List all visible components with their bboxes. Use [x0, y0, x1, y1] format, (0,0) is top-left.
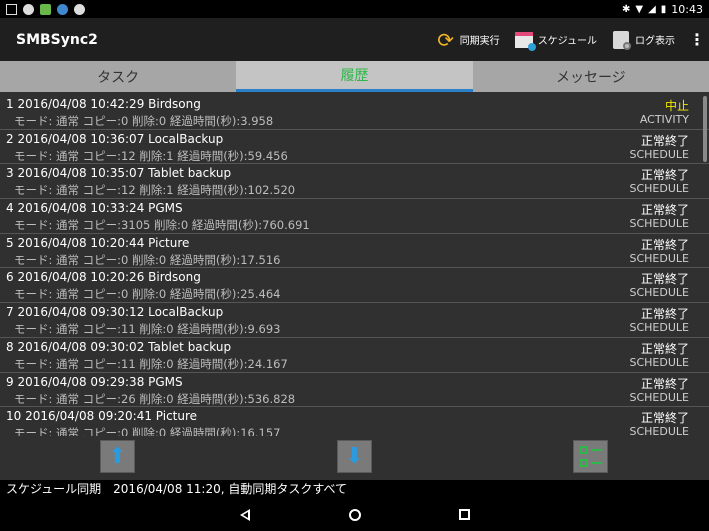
- schedule-icon: [514, 30, 536, 51]
- history-title: 2 2016/04/08 10:36:07 LocalBackup: [6, 131, 224, 146]
- history-trigger: SCHEDULE: [629, 147, 690, 161]
- app-icon: [74, 3, 85, 15]
- history-title: 1 2016/04/08 10:42:29 Birdsong: [6, 97, 201, 111]
- log-label: ログ表示: [635, 36, 675, 47]
- history-status: 正常終了: [640, 341, 689, 356]
- history-detail: モード: 通常 コピー:0 削除:0 経過時間(秒):3.958: [14, 114, 274, 128]
- history-trigger: SCHEDULE: [629, 217, 690, 231]
- history-status: 正常終了: [640, 376, 689, 391]
- history-trigger: SCHEDULE: [629, 251, 690, 265]
- system-icons: ✱ ▼ ◢ ▮ 10:43: [622, 3, 709, 16]
- sync-button[interactable]: ⟳ 同期実行: [436, 27, 500, 52]
- history-title: 6 2016/04/08 10:20:26 Birdsong: [6, 270, 201, 285]
- history-detail: モード: 通常 コピー:11 削除:0 経過時間(秒):24.167: [14, 356, 288, 371]
- history-detail: モード: 通常 コピー:3105 削除:0 経過時間(秒):760.691: [14, 218, 310, 233]
- status-bar: ✱ ▼ ◢ ▮ 10:43: [0, 0, 709, 18]
- schedule-button[interactable]: スケジュール: [514, 30, 597, 51]
- history-row[interactable]: 6 2016/04/08 10:20:26 Birdsong モード: 通常 コピ…: [0, 268, 709, 304]
- history-row[interactable]: 7 2016/04/08 09:30:12 LocalBackup モード: 通常…: [0, 303, 709, 338]
- back-button[interactable]: [190, 508, 300, 521]
- screenshot-icon: [6, 3, 17, 15]
- history-detail: モード: 通常 コピー:12 削除:1 経過時間(秒):59.456: [14, 148, 288, 163]
- history-detail: モード: 通常 コピー:12 削除:1 経過時間(秒):102.520: [14, 183, 296, 198]
- log-icon: [611, 30, 631, 50]
- history-title: 9 2016/04/08 09:29:38 PGMS: [6, 374, 183, 389]
- history-trigger: SCHEDULE: [629, 425, 690, 436]
- history-title: 10 2016/04/08 09:20:41 Picture: [6, 409, 198, 424]
- history-title: 4 2016/04/08 10:33:24 PGMS: [6, 201, 183, 216]
- history-list[interactable]: 1 2016/04/08 10:42:29 Birdsong モード: 通常 コピ…: [0, 95, 709, 436]
- history-detail: モード: 通常 コピー:0 削除:0 経過時間(秒):25.464: [14, 287, 281, 302]
- home-icon: [348, 508, 361, 521]
- history-trigger: SCHEDULE: [629, 286, 690, 300]
- wifi-icon: ▼: [635, 3, 644, 15]
- select-all-button[interactable]: [573, 440, 608, 473]
- history-trigger: SCHEDULE: [629, 321, 690, 335]
- bluetooth-icon: ✱: [621, 3, 631, 15]
- history-status: 正常終了: [640, 203, 689, 218]
- history-status: 正常終了: [640, 168, 689, 183]
- settings-icon: [23, 3, 34, 15]
- recents-button[interactable]: [410, 509, 520, 520]
- sync-icon: ⟳: [437, 27, 455, 52]
- history-title: 5 2016/04/08 10:20:44 Picture: [6, 235, 190, 250]
- history-trigger: ACTIVITY: [639, 113, 689, 126]
- select-all-icon: [579, 445, 602, 468]
- history-detail: モード: 通常 コピー:0 削除:0 経過時間(秒):16.157: [14, 426, 281, 436]
- clock: 10:43: [671, 2, 703, 16]
- bottom-button-bar: ⬆ ⬇: [0, 436, 709, 480]
- arrow-up-icon: ⬆: [108, 443, 127, 469]
- history-status: 正常終了: [640, 237, 689, 252]
- schedule-info: スケジュール同期 2016/04/08 11:20, 自動同期タスクすべて: [0, 480, 709, 498]
- scrollbar[interactable]: [703, 96, 707, 162]
- overflow-menu-icon[interactable]: ⋮: [689, 30, 705, 49]
- log-button[interactable]: ログ表示: [611, 30, 675, 50]
- history-row[interactable]: 8 2016/04/08 09:30:02 Tablet backup モード: …: [0, 338, 709, 373]
- schedule-label: スケジュール: [537, 36, 597, 47]
- tab-bar: タスク 履歴 メッセージ: [0, 61, 709, 92]
- app-title: SMBSync2: [16, 31, 98, 48]
- history-detail: モード: 通常 コピー:26 削除:0 経過時間(秒):536.828: [14, 391, 296, 406]
- tab-messages[interactable]: メッセージ: [472, 61, 709, 92]
- history-title: 3 2016/04/08 10:35:07 Tablet backup: [6, 166, 232, 181]
- history-trigger: SCHEDULE: [629, 182, 690, 196]
- history-trigger: SCHEDULE: [629, 355, 690, 369]
- history-row[interactable]: 9 2016/04/08 09:29:38 PGMS モード: 通常 コピー:26…: [0, 373, 709, 408]
- sync-label: 同期実行: [459, 36, 500, 47]
- tab-history[interactable]: 履歴: [236, 61, 473, 92]
- history-status: 正常終了: [640, 307, 689, 322]
- tab-tasks[interactable]: タスク: [0, 61, 237, 92]
- battery-icon: ▮: [660, 3, 667, 15]
- recents-icon: [459, 509, 470, 520]
- history-title: 7 2016/04/08 09:30:12 LocalBackup: [6, 305, 224, 320]
- android-icon: [40, 3, 51, 15]
- history-detail: モード: 通常 コピー:0 削除:0 経過時間(秒):17.516: [14, 252, 281, 267]
- history-row[interactable]: 1 2016/04/08 10:42:29 Birdsong モード: 通常 コピ…: [0, 95, 709, 130]
- scroll-bottom-button[interactable]: ⬇: [337, 440, 372, 473]
- back-icon: [239, 508, 250, 521]
- scroll-top-button[interactable]: ⬆: [100, 440, 135, 473]
- history-status: 正常終了: [640, 272, 689, 287]
- history-row[interactable]: 2 2016/04/08 10:36:07 LocalBackup モード: 通常…: [0, 130, 709, 165]
- navigation-bar: [0, 498, 709, 531]
- notification-icons: [0, 3, 85, 15]
- history-title: 8 2016/04/08 09:30:02 Tablet backup: [6, 339, 232, 354]
- history-row[interactable]: 3 2016/04/08 10:35:07 Tablet backup モード: …: [0, 164, 709, 200]
- history-row[interactable]: 5 2016/04/08 10:20:44 Picture モード: 通常 コピー…: [0, 234, 709, 269]
- home-button[interactable]: [300, 508, 410, 521]
- history-status: 正常終了: [640, 411, 689, 426]
- history-row[interactable]: 10 2016/04/08 09:20:41 Picture モード: 通常 コピ…: [0, 407, 709, 436]
- history-status: 中止: [664, 99, 689, 113]
- signal-icon: ◢: [648, 3, 656, 15]
- gallery-icon: [57, 3, 68, 15]
- history-trigger: SCHEDULE: [629, 390, 690, 404]
- history-detail: モード: 通常 コピー:11 削除:0 経過時間(秒):9.693: [14, 322, 281, 337]
- history-status: 正常終了: [640, 133, 689, 148]
- app-bar: SMBSync2 ⟳ 同期実行 スケジュール ログ表示 ⋮: [0, 18, 709, 61]
- arrow-down-icon: ⬇: [345, 443, 364, 469]
- history-row[interactable]: 4 2016/04/08 10:33:24 PGMS モード: 通常 コピー:31…: [0, 199, 709, 234]
